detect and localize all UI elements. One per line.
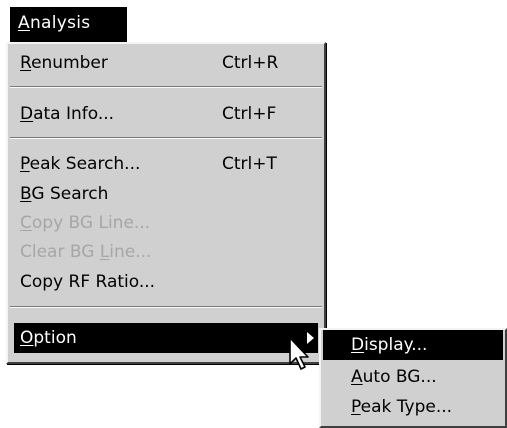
submenu-item-display[interactable]: Display... <box>323 330 503 360</box>
menu-analysis-label: nalysis <box>29 13 91 33</box>
copy-rf-ratio-label: Copy RF Ratio... <box>20 272 156 292</box>
menu-item-copy-bg-line: Copy BG Line... <box>14 208 318 238</box>
menu-analysis-mnemonic: A <box>18 13 30 33</box>
display-mnemonic: D <box>351 335 365 355</box>
data-info-mnemonic: D <box>20 104 34 124</box>
copy-bg-line-label: opy BG Line... <box>31 213 151 233</box>
clear-bg-line-mnemonic: L <box>99 242 110 262</box>
copy-bg-line-mnemonic: C <box>20 213 32 233</box>
renumber-mnemonic: R <box>20 53 32 73</box>
menu-item-renumber[interactable]: Renumber Ctrl+R <box>14 48 318 78</box>
auto-bg-mnemonic: A <box>351 367 363 387</box>
menu-separator <box>10 86 322 88</box>
option-label: ption <box>33 328 77 348</box>
submenu-item-peak-type[interactable]: Peak Type... <box>323 392 503 422</box>
peak-search-mnemonic: P <box>20 154 30 174</box>
data-info-label: ata Info... <box>33 104 115 124</box>
bg-search-label: G Search <box>31 184 109 204</box>
peak-search-shortcut: Ctrl+T <box>222 154 277 174</box>
menu-item-copy-rf-ratio[interactable]: Copy RF Ratio... <box>14 267 318 297</box>
menu-item-peak-search[interactable]: Peak Search... Ctrl+T <box>14 149 318 179</box>
peak-type-label: eak Type... <box>360 397 453 417</box>
renumber-shortcut: Ctrl+R <box>222 53 279 73</box>
menu-separator <box>10 137 322 139</box>
menu-item-option[interactable]: Option <box>14 323 318 353</box>
option-submenu: Display... Auto BG... Peak Type... <box>319 328 507 428</box>
option-mnemonic: O <box>20 328 34 348</box>
menu-separator <box>10 306 322 308</box>
peak-type-mnemonic: P <box>351 397 361 417</box>
renumber-label: enumber <box>31 53 108 73</box>
menu-item-bg-search[interactable]: BG Search <box>14 179 318 209</box>
menu-item-data-info[interactable]: Data Info... Ctrl+F <box>14 99 318 129</box>
peak-search-label: eak Search... <box>29 154 141 174</box>
clear-bg-line-prefix: Clear BG <box>20 242 100 262</box>
auto-bg-label: uto BG... <box>362 367 437 387</box>
clear-bg-line-label: ine... <box>109 242 152 262</box>
analysis-dropdown-menu: Renumber Ctrl+R Data Info... Ctrl+F Peak… <box>6 42 326 364</box>
menu-analysis[interactable]: Analysis <box>10 7 127 42</box>
display-label: isplay... <box>364 335 428 355</box>
menu-item-clear-bg-line: Clear BG Line... <box>14 237 318 267</box>
bg-search-mnemonic: B <box>20 184 32 204</box>
mouse-cursor-icon <box>289 337 309 370</box>
data-info-shortcut: Ctrl+F <box>222 104 277 124</box>
submenu-item-auto-bg[interactable]: Auto BG... <box>323 362 503 392</box>
